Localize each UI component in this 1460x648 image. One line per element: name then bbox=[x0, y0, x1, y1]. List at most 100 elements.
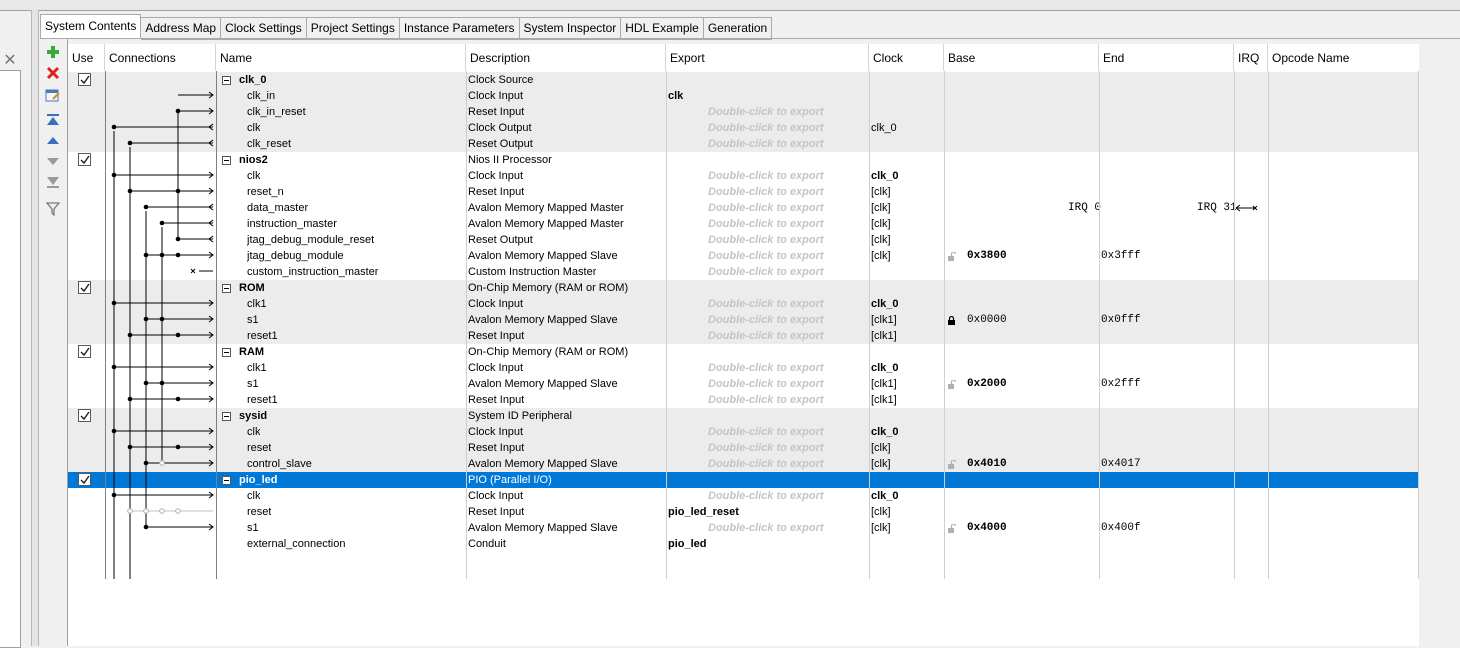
connections-graph[interactable] bbox=[105, 71, 216, 579]
tab-address-map[interactable]: Address Map bbox=[141, 17, 222, 40]
col-header-end[interactable]: End bbox=[1099, 44, 1234, 71]
export-hint[interactable]: Double-click to export bbox=[708, 360, 824, 376]
interface-row[interactable]: control_slave Avalon Memory Mapped Slave D… bbox=[68, 456, 1419, 472]
export-hint[interactable]: Double-click to export bbox=[708, 216, 824, 232]
collapse-toggle-icon[interactable] bbox=[222, 348, 231, 357]
component-row[interactable]: sysid System ID Peripheral bbox=[68, 408, 1419, 424]
interface-row[interactable]: clk Clock Input Double-click to export clk_… bbox=[68, 488, 1419, 504]
export-hint[interactable]: Double-click to export bbox=[708, 376, 824, 392]
interface-row[interactable]: reset_n Reset Input Double-click to export… bbox=[68, 184, 1419, 200]
tab-hdl-example[interactable]: HDL Example bbox=[621, 17, 704, 40]
export-hint[interactable]: Double-click to export bbox=[708, 248, 824, 264]
lock-open-icon[interactable] bbox=[948, 459, 957, 472]
interface-row[interactable]: custom_instruction_master Custom Instruct… bbox=[68, 264, 1419, 280]
collapse-toggle-icon[interactable] bbox=[222, 156, 231, 165]
collapse-toggle-icon[interactable] bbox=[222, 284, 231, 293]
irq-connection-icon[interactable] bbox=[1234, 200, 1260, 216]
use-checkbox[interactable] bbox=[78, 153, 91, 166]
interface-row[interactable]: clk_in Clock Input clk bbox=[68, 88, 1419, 104]
collapse-toggle-icon[interactable] bbox=[222, 412, 231, 421]
export-hint[interactable]: Double-click to export bbox=[708, 200, 824, 216]
interface-row[interactable]: reset Reset Input Double-click to export [c… bbox=[68, 440, 1419, 456]
remove-icon[interactable] bbox=[45, 66, 61, 82]
interface-row[interactable]: external_connection Conduit pio_led bbox=[68, 536, 1419, 552]
tab-generation[interactable]: Generation bbox=[703, 17, 773, 40]
move-bottom-icon[interactable] bbox=[45, 175, 61, 191]
move-down-icon[interactable] bbox=[45, 154, 61, 170]
move-up-icon[interactable] bbox=[45, 134, 61, 150]
interface-row[interactable]: jtag_debug_module_reset Reset Output Doubl… bbox=[68, 232, 1419, 248]
col-header-base[interactable]: Base bbox=[944, 44, 1099, 71]
export-hint[interactable]: Double-click to export bbox=[708, 104, 824, 120]
col-header-export[interactable]: Export bbox=[666, 44, 869, 71]
col-header-use[interactable]: Use bbox=[68, 44, 105, 71]
interface-row[interactable]: jtag_debug_module Avalon Memory Mapped Sl… bbox=[68, 248, 1419, 264]
interface-row[interactable]: clk1 Clock Input Double-click to export clk… bbox=[68, 360, 1419, 376]
export-hint[interactable]: Double-click to export bbox=[708, 440, 824, 456]
col-header-name[interactable]: Name bbox=[216, 44, 466, 71]
lock-open-icon[interactable] bbox=[948, 523, 957, 536]
export-hint[interactable]: Double-click to export bbox=[708, 392, 824, 408]
collapse-toggle-icon[interactable] bbox=[222, 476, 231, 485]
edit-icon[interactable] bbox=[45, 87, 61, 103]
export-hint[interactable]: Double-click to export bbox=[708, 520, 824, 536]
export-hint[interactable]: Double-click to export bbox=[708, 328, 824, 344]
filter-icon[interactable] bbox=[45, 202, 61, 218]
collapse-toggle-icon[interactable] bbox=[222, 76, 231, 85]
use-checkbox[interactable] bbox=[78, 73, 91, 86]
interface-row[interactable]: s1 Avalon Memory Mapped Slave Double-click… bbox=[68, 376, 1419, 392]
export-hint[interactable]: Double-click to export bbox=[708, 424, 824, 440]
export-hint[interactable]: Double-click to export bbox=[708, 136, 824, 152]
interface-row[interactable]: clk Clock Output Double-click to export clk… bbox=[68, 120, 1419, 136]
export-hint[interactable]: Double-click to export bbox=[708, 120, 824, 136]
export-hint[interactable]: Double-click to export bbox=[708, 168, 824, 184]
col-header-description[interactable]: Description bbox=[466, 44, 666, 71]
component-row[interactable]: RAM On-Chip Memory (RAM or ROM) bbox=[68, 344, 1419, 360]
interface-row[interactable]: clk_in_reset Reset Input Double-click to e… bbox=[68, 104, 1419, 120]
component-row[interactable]: pio_led PIO (Parallel I/O) bbox=[68, 472, 1419, 488]
use-checkbox[interactable] bbox=[78, 345, 91, 358]
export-hint[interactable]: Double-click to export bbox=[708, 232, 824, 248]
interface-name: jtag_debug_module_reset bbox=[247, 234, 375, 246]
interface-row[interactable]: reset1 Reset Input Double-click to export [… bbox=[68, 392, 1419, 408]
close-icon[interactable]: ✕ bbox=[2, 53, 18, 69]
col-header-opcode[interactable]: Opcode Name bbox=[1268, 44, 1419, 71]
interface-row[interactable]: clk1 Clock Input Double-click to export clk… bbox=[68, 296, 1419, 312]
export-hint[interactable]: Double-click to export bbox=[708, 312, 824, 328]
col-header-clock[interactable]: Clock bbox=[869, 44, 944, 71]
export-hint[interactable]: Double-click to export bbox=[708, 296, 824, 312]
tab-system-contents[interactable]: System Contents bbox=[40, 14, 142, 39]
export-hint[interactable]: Double-click to export bbox=[708, 184, 824, 200]
export-hint[interactable]: Double-click to export bbox=[708, 456, 824, 472]
tab-system-inspector[interactable]: System Inspector bbox=[519, 17, 622, 40]
lock-open-icon[interactable] bbox=[948, 379, 957, 392]
interface-row[interactable]: reset Reset Input pio_led_reset [clk] bbox=[68, 504, 1419, 520]
tab-project-settings[interactable]: Project Settings bbox=[306, 17, 400, 40]
use-checkbox[interactable] bbox=[78, 281, 91, 294]
tab-instance-parameters[interactable]: Instance Parameters bbox=[399, 17, 520, 40]
lock-open-icon[interactable] bbox=[948, 251, 957, 264]
component-name: pio_led bbox=[239, 474, 278, 486]
move-top-icon[interactable] bbox=[45, 113, 61, 129]
panel-splitter[interactable] bbox=[31, 10, 39, 646]
col-header-connections[interactable]: Connections bbox=[105, 44, 216, 71]
export-hint[interactable]: Double-click to export bbox=[708, 488, 824, 504]
interface-row[interactable]: clk_reset Reset Output Double-click to exp… bbox=[68, 136, 1419, 152]
interface-row[interactable]: s1 Avalon Memory Mapped Slave Double-click… bbox=[68, 520, 1419, 536]
col-header-irq[interactable]: IRQ bbox=[1234, 44, 1268, 71]
interface-row[interactable]: clk Clock Input Double-click to export clk_… bbox=[68, 424, 1419, 440]
interface-row[interactable]: instruction_master Avalon Memory Mapped M… bbox=[68, 216, 1419, 232]
use-checkbox[interactable] bbox=[78, 473, 91, 486]
add-icon[interactable] bbox=[45, 45, 61, 61]
interface-row[interactable]: s1 Avalon Memory Mapped Slave Double-click… bbox=[68, 312, 1419, 328]
use-checkbox[interactable] bbox=[78, 409, 91, 422]
interface-row[interactable]: reset1 Reset Input Double-click to export [… bbox=[68, 328, 1419, 344]
component-row[interactable]: clk_0 Clock Source bbox=[68, 72, 1419, 88]
lock-closed-icon[interactable] bbox=[948, 315, 956, 328]
component-row[interactable]: nios2 Nios II Processor bbox=[68, 152, 1419, 168]
component-row[interactable]: ROM On-Chip Memory (RAM or ROM) bbox=[68, 280, 1419, 296]
interface-row[interactable]: data_master Avalon Memory Mapped Master Do… bbox=[68, 200, 1419, 216]
interface-row[interactable]: clk Clock Input Double-click to export clk_… bbox=[68, 168, 1419, 184]
tab-clock-settings[interactable]: Clock Settings bbox=[221, 17, 307, 40]
export-hint[interactable]: Double-click to export bbox=[708, 264, 824, 280]
